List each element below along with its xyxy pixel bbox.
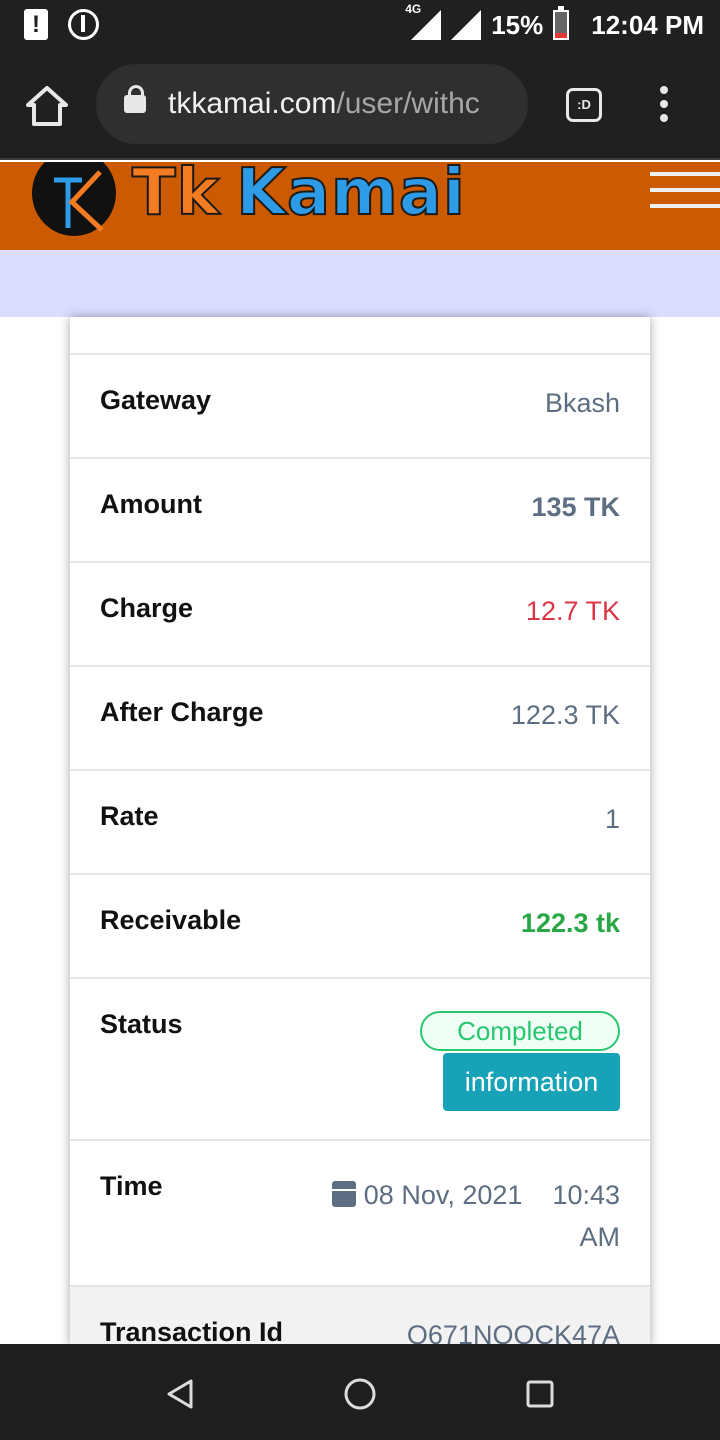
logo-kamai: Kamai (235, 162, 466, 231)
page-banner (0, 250, 720, 317)
logo-mark[interactable] (32, 162, 116, 236)
recents-icon[interactable] (525, 1379, 555, 1409)
home-icon[interactable] (24, 84, 70, 128)
tab-switcher-button[interactable]: :D (566, 88, 602, 122)
home-nav-icon[interactable] (343, 1377, 377, 1411)
row-charge: Charge 12.7 TK (70, 561, 650, 665)
gateway-label: Gateway (100, 385, 212, 415)
row-amount: Amount 135 TK (70, 457, 650, 561)
transaction-id-label: Transaction Id (100, 1317, 284, 1347)
amount-label: Amount (100, 489, 202, 519)
calendar-icon (331, 1181, 356, 1207)
transaction-id-value: O671NOOCK47A (406, 1320, 620, 1347)
url-host: tkkamai.com (168, 87, 337, 120)
row-rate: Rate 1 (70, 769, 650, 873)
time-label: Time (100, 1171, 163, 1201)
site-header: Tk Kamai (0, 162, 720, 250)
status-bar-right: 4G 15% 12:04 PM (405, 0, 704, 50)
back-icon[interactable] (165, 1378, 195, 1410)
receivable-label: Receivable (100, 905, 242, 935)
clock: 12:04 PM (591, 9, 704, 40)
time-clock: 10:43 AM (552, 1180, 620, 1252)
charge-label: Charge (100, 593, 194, 623)
rate-value: 1 (604, 804, 620, 834)
key-icon (68, 9, 99, 40)
table-row-top (70, 317, 650, 353)
amount-value: 135 TK (531, 492, 620, 522)
rate-label: Rate (100, 801, 159, 831)
more-menu-icon[interactable] (654, 86, 674, 126)
row-receivable: Receivable 122.3 tk (70, 873, 650, 977)
system-navigation-bar (0, 1344, 720, 1440)
browser-toolbar: tkkamai.com/user/withc :D (0, 50, 720, 160)
battery-percent: 15% (491, 9, 544, 40)
url-path: /user/withc (336, 87, 480, 120)
url-text[interactable]: tkkamai.com/user/withc (168, 64, 514, 144)
row-time: Time 08 Nov, 2021 10:43 AM (70, 1139, 650, 1285)
lock-icon (124, 85, 146, 113)
logo-tk: Tk (131, 162, 221, 231)
hamburger-menu-icon[interactable] (650, 172, 720, 214)
time-date: 08 Nov, 2021 (363, 1180, 523, 1210)
status-badge: Completed (420, 1011, 620, 1051)
gateway-value: Bkash (544, 388, 620, 418)
row-status: Status Completed information (70, 977, 650, 1139)
signal-icon (451, 10, 482, 40)
time-value: 08 Nov, 2021 10:43 AM (330, 1174, 620, 1258)
charge-value: 12.7 TK (525, 596, 620, 626)
row-after-charge: After Charge 122.3 TK (70, 665, 650, 769)
receivable-value: 122.3 tk (520, 908, 620, 938)
after-charge-label: After Charge (100, 697, 264, 727)
row-transaction-id: Transaction Id O671NOOCK47A (70, 1285, 650, 1347)
status-label: Status (100, 1009, 183, 1039)
information-button[interactable]: information (443, 1053, 620, 1111)
logo-wordmark[interactable]: Tk Kamai (131, 162, 466, 231)
battery-icon (553, 6, 570, 40)
network-type: 4G (405, 2, 422, 16)
row-gateway: Gateway Bkash (70, 353, 650, 457)
signal-4g-icon: 4G (405, 2, 442, 40)
after-charge-value: 122.3 TK (510, 700, 620, 730)
address-bar[interactable]: tkkamai.com/user/withc (96, 64, 528, 144)
withdraw-details-card: Gateway Bkash Amount 135 TK Charge 12.7 … (70, 317, 650, 1347)
status-bar: 4G 15% 12:04 PM (0, 0, 720, 50)
alert-icon (24, 9, 48, 40)
